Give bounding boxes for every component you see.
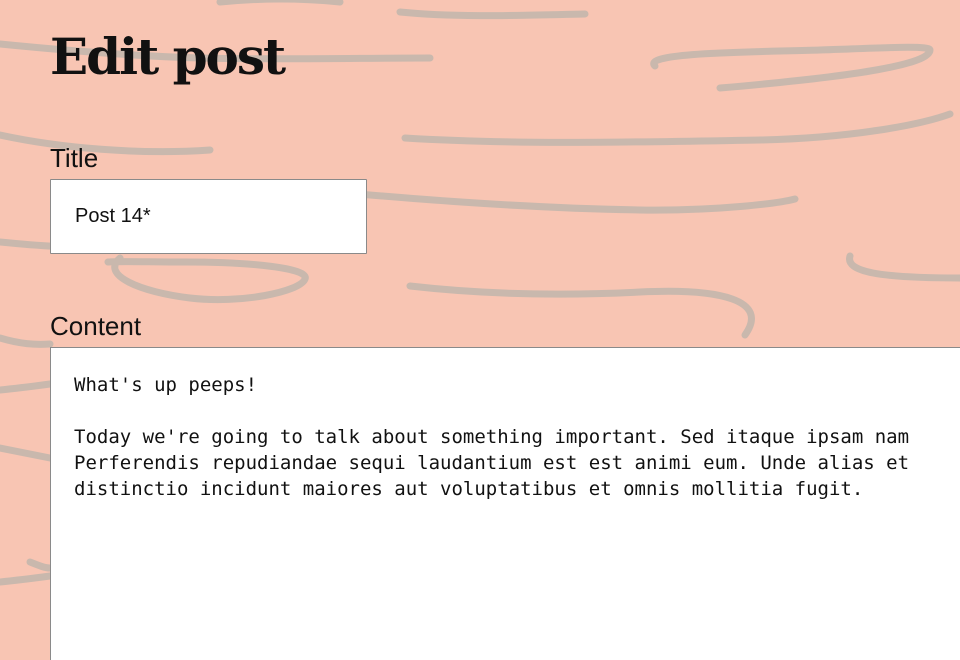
title-input[interactable] [50, 179, 367, 254]
page-title: Edit post [50, 27, 286, 86]
content-textarea[interactable] [50, 347, 960, 660]
edit-post-page: Edit post Title Content [0, 0, 960, 660]
content-label: Content [50, 311, 142, 341]
title-label: Title [50, 143, 99, 173]
